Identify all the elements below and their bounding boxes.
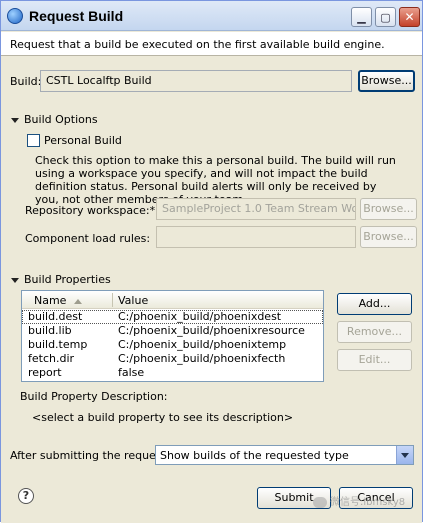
build-options-title: Build Options xyxy=(24,113,98,126)
property-name-cell: fetch.dir xyxy=(28,352,75,365)
property-name-cell: build.lib xyxy=(28,324,72,337)
table-row[interactable]: report false xyxy=(22,366,323,380)
after-submit-selected: Show builds of the requested type xyxy=(160,449,349,462)
build-options-section[interactable]: Build Options xyxy=(11,113,98,126)
property-name-cell: build.temp xyxy=(28,338,88,351)
build-browse-button[interactable]: Browse... xyxy=(358,70,415,92)
build-label: Build: xyxy=(10,75,42,88)
dialog-header: Request that a build be executed on the … xyxy=(1,32,422,56)
after-submit-label: After submitting the request: xyxy=(10,449,170,462)
component-load-rules-field xyxy=(156,226,356,248)
add-property-button[interactable]: Add... xyxy=(337,293,412,315)
title-bar[interactable]: Request Build ▁ ▢ ✕ xyxy=(1,1,422,31)
maximize-icon: ▢ xyxy=(380,10,391,24)
component-load-rules-label: Component load rules: xyxy=(25,232,151,245)
submit-button[interactable]: Submit xyxy=(257,487,331,509)
personal-build-checkbox[interactable] xyxy=(27,134,40,147)
property-description-placeholder: <select a build property to see its desc… xyxy=(32,411,294,424)
table-row[interactable]: build.lib C:/phoenix_build/phoenixresourc… xyxy=(22,324,323,338)
table-row[interactable]: build.dest C:/phoenix_build/phoenixdest xyxy=(22,310,323,324)
table-row[interactable]: build.temp C:/phoenix_build/phoenixtemp xyxy=(22,338,323,352)
build-properties-section[interactable]: Build Properties xyxy=(11,273,111,286)
minimize-button[interactable]: ▁ xyxy=(351,7,372,27)
repository-browse-button: Browse... xyxy=(360,198,417,220)
property-value-cell: C:/phoenix_build/phoenixresource xyxy=(118,324,305,337)
build-properties-table[interactable]: Name Value build.dest C:/phoenix_build/ph… xyxy=(21,290,324,382)
cancel-button[interactable]: Cancel xyxy=(339,487,413,509)
sort-ascending-icon xyxy=(74,298,83,304)
property-value-cell: C:/phoenix_build/phoenixfecth xyxy=(118,352,286,365)
edit-property-button: Edit... xyxy=(337,349,412,371)
expand-triangle-icon xyxy=(11,277,19,283)
component-browse-button: Browse... xyxy=(360,226,417,248)
maximize-button[interactable]: ▢ xyxy=(375,7,396,27)
close-icon: ✕ xyxy=(404,10,415,24)
column-header-value[interactable]: Value xyxy=(118,294,148,307)
property-name-cell: report xyxy=(28,366,62,379)
property-value-cell: C:/phoenix_build/phoenixtemp xyxy=(118,338,287,351)
column-separator[interactable] xyxy=(112,293,113,307)
dropdown-arrow-icon[interactable] xyxy=(396,446,413,464)
table-header: Name Value xyxy=(22,291,323,309)
property-description-label: Build Property Description: xyxy=(20,390,168,403)
build-field: CSTL Localftp Build xyxy=(40,70,352,92)
header-message: Request that a build be executed on the … xyxy=(10,38,385,51)
after-submit-select[interactable]: Show builds of the requested type xyxy=(155,445,414,465)
build-properties-title: Build Properties xyxy=(24,273,111,286)
help-icon[interactable]: ? xyxy=(18,488,34,504)
property-name-cell: build.dest xyxy=(28,310,83,323)
expand-triangle-icon xyxy=(11,117,19,123)
remove-property-button: Remove... xyxy=(337,321,412,343)
table-row[interactable]: fetch.dir C:/phoenix_build/phoenixfecth xyxy=(22,352,323,366)
personal-build-label: Personal Build xyxy=(44,134,122,147)
window-title: Request Build xyxy=(29,8,124,24)
column-header-name[interactable]: Name xyxy=(34,294,83,307)
repository-workspace-label: Repository workspace:* xyxy=(25,204,156,217)
repository-workspace-field: SampleProject 1.0 Team Stream Workspa xyxy=(156,198,356,220)
minimize-icon: ▁ xyxy=(357,10,366,24)
request-build-dialog: Request Build ▁ ▢ ✕ Request that a build… xyxy=(0,0,423,523)
property-value-cell: false xyxy=(118,366,145,379)
eclipse-app-icon xyxy=(7,8,23,24)
close-button[interactable]: ✕ xyxy=(399,7,420,27)
property-value-cell: C:/phoenix_build/phoenixdest xyxy=(118,310,282,323)
